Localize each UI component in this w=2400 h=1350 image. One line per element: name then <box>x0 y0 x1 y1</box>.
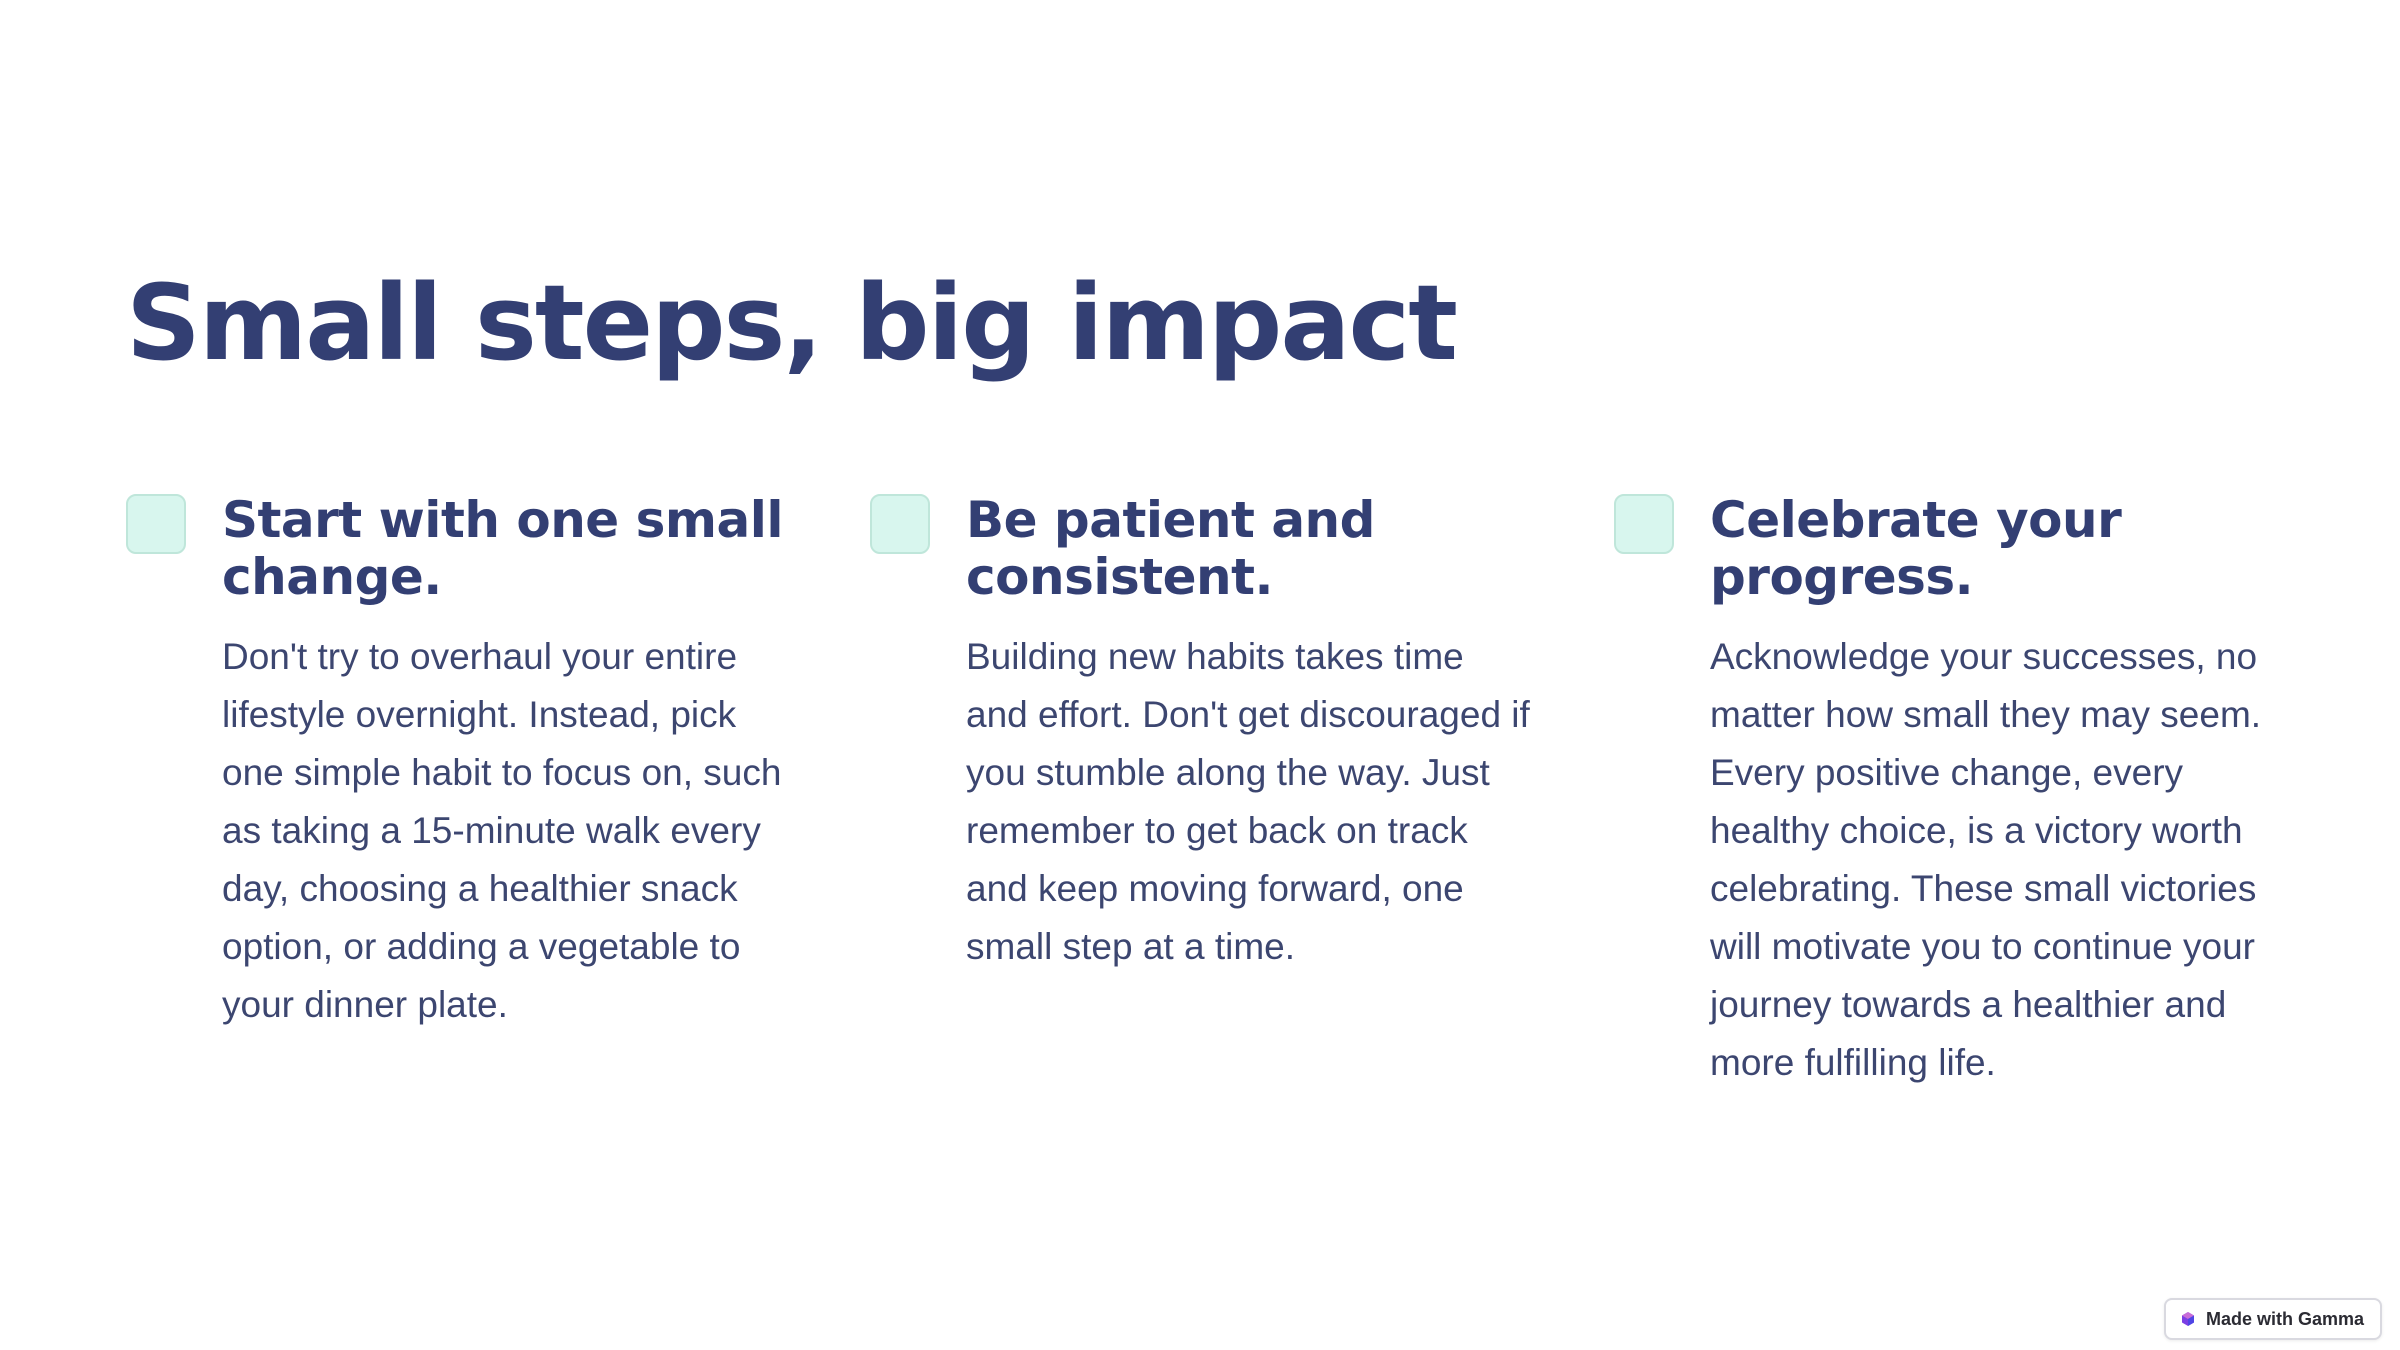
checkbox-icon <box>126 494 186 554</box>
checkbox-icon <box>870 494 930 554</box>
step-description: Building new habits takes time and effor… <box>966 636 1530 967</box>
steps-columns: Start with one small change. Don't try t… <box>126 492 2274 1092</box>
gamma-logo-icon <box>2181 1312 2194 1326</box>
step-column-2: Be patient and consistent. Building new … <box>870 492 1530 1092</box>
step-column-3: Celebrate your progress. Acknowledge you… <box>1614 492 2274 1092</box>
step-column-1: Start with one small change. Don't try t… <box>126 492 786 1092</box>
step-heading: Celebrate your progress. <box>1710 491 2122 606</box>
step-content: Start with one small change. Don't try t… <box>222 492 786 1092</box>
step-content: Celebrate your progress. Acknowledge you… <box>1710 492 2274 1092</box>
step-description: Don't try to overhaul your entire lifest… <box>222 636 782 1025</box>
made-with-gamma-button[interactable]: Made with Gamma <box>2163 1298 2382 1340</box>
step-heading: Start with one small change. <box>222 491 784 606</box>
step-heading: Be patient and consistent. <box>966 491 1375 606</box>
slide-page: Small steps, big impact Start with one s… <box>0 0 2400 1350</box>
step-content: Be patient and consistent. Building new … <box>966 492 1530 1092</box>
badge-label: Made with Gamma <box>2205 1308 2364 1329</box>
checkbox-icon <box>1614 494 1674 554</box>
step-description: Acknowledge your successes, no matter ho… <box>1710 636 2262 1083</box>
slide-title: Small steps, big impact <box>126 262 1458 384</box>
